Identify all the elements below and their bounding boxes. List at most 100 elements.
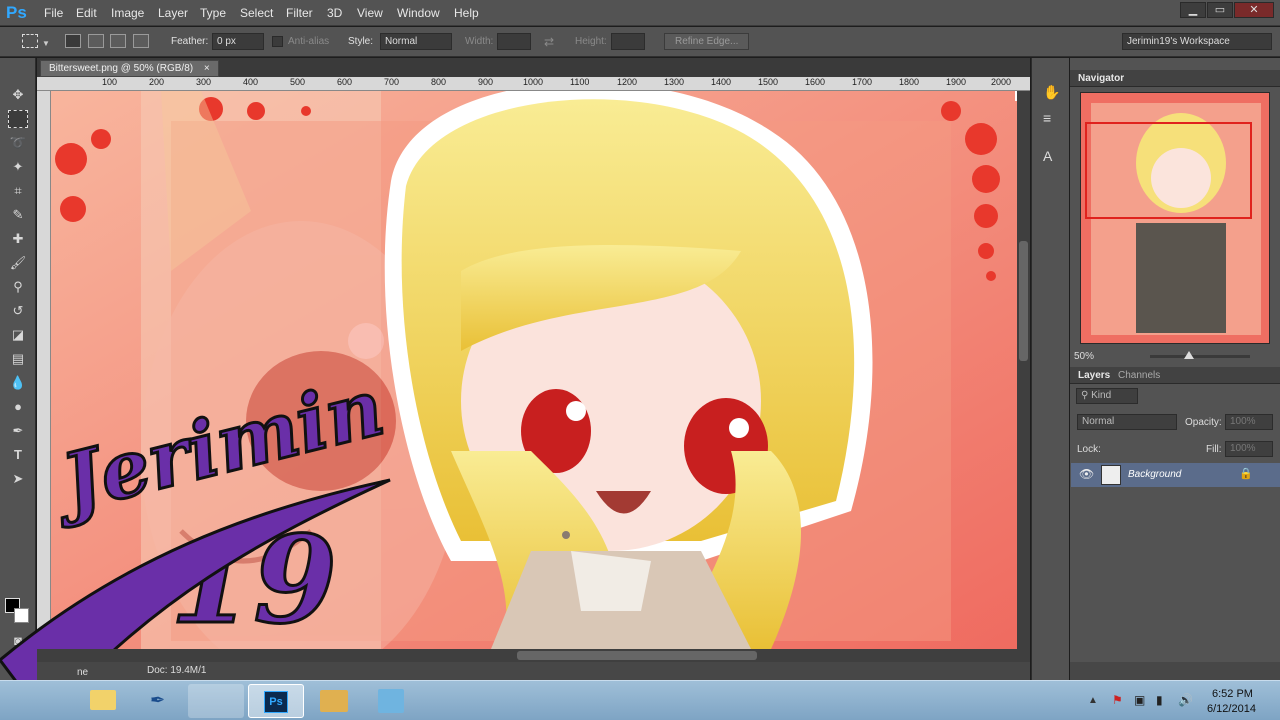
menu-select[interactable]: Select (240, 6, 273, 20)
swap-arrows-icon[interactable]: ⇄ (544, 35, 554, 49)
explorer-icon[interactable] (90, 690, 116, 710)
layers-footer (1070, 662, 1280, 680)
menu-image[interactable]: Image (111, 6, 144, 20)
menu-view[interactable]: View (357, 6, 383, 20)
blend-mode-select[interactable]: Normal (1077, 414, 1177, 430)
layer-thumbnail (1101, 465, 1121, 485)
horizontal-scrollbar[interactable] (37, 649, 1030, 662)
volume-icon[interactable]: 🔊 (1178, 693, 1193, 707)
close-button[interactable]: ✕ (1234, 2, 1274, 18)
healing-brush-icon[interactable]: ✚ (8, 230, 28, 248)
gradient-tool-icon[interactable]: ▤ (8, 350, 28, 368)
move-tool-icon[interactable]: ✥ (8, 86, 28, 104)
blur-tool-icon[interactable]: 💧 (8, 374, 28, 392)
magic-wand-icon[interactable]: ✦ (8, 158, 28, 176)
layers-header: Layers Channels (1070, 367, 1280, 384)
menu-edit[interactable]: Edit (76, 6, 97, 20)
channels-tab[interactable]: Channels (1118, 370, 1160, 381)
menu-layer[interactable]: Layer (158, 6, 188, 20)
photoshop-logo: Ps (6, 3, 27, 22)
subtract-selection-icon[interactable] (110, 34, 126, 48)
menu-file[interactable]: File (44, 6, 63, 20)
ruler-tick: 400 (243, 77, 259, 87)
document-tab[interactable]: Bittersweet.png @ 50% (RGB/8) × (40, 60, 219, 77)
eyedropper-icon[interactable]: ✎ (8, 206, 28, 224)
height-label: Height: (575, 36, 607, 47)
marquee-preset-icon[interactable] (22, 34, 38, 48)
vertical-scroll-thumb[interactable] (1019, 241, 1028, 361)
restore-button[interactable]: ▭ (1207, 2, 1233, 18)
navigator-zoom-value[interactable]: 50% (1074, 351, 1094, 362)
add-selection-icon[interactable] (88, 34, 104, 48)
menu-help[interactable]: Help (454, 6, 479, 20)
status-bar: Doc: 19.4M/1 ne (37, 662, 1030, 680)
navigator-tab[interactable]: Navigator (1078, 73, 1124, 84)
minimize-button[interactable]: ▁ (1180, 2, 1206, 18)
action-center-icon[interactable]: ⚑ (1112, 693, 1123, 707)
pen-app-icon[interactable]: ✒ (150, 690, 170, 712)
new-selection-icon[interactable] (65, 34, 81, 48)
crop-tool-icon[interactable]: ⌗ (8, 182, 28, 200)
history-brush-icon[interactable]: ↺ (8, 302, 28, 320)
fill-input[interactable]: 100% (1225, 441, 1273, 457)
taskbar-app-button[interactable] (188, 684, 244, 718)
ruler-tick: 700 (384, 77, 400, 87)
layers-tab[interactable]: Layers (1078, 370, 1110, 381)
menu-window[interactable]: Window (397, 6, 440, 20)
marquee-tool-icon[interactable] (8, 110, 28, 128)
ruler-tick: 900 (478, 77, 494, 87)
network-icon[interactable]: ▮ (1156, 693, 1163, 707)
navigator-thumbnail[interactable] (1080, 92, 1270, 344)
lasso-tool-icon[interactable]: ➰ (8, 134, 28, 152)
zoom-slider-thumb[interactable] (1184, 351, 1194, 359)
height-input[interactable] (611, 33, 645, 50)
feather-input[interactable]: 0 px (212, 33, 264, 50)
clock-time[interactable]: 6:52 PM (1212, 688, 1253, 700)
opacity-input[interactable]: 100% (1225, 414, 1273, 430)
eraser-icon[interactable]: ◪ (8, 326, 28, 344)
menu-type[interactable]: Type (200, 6, 226, 20)
workspace-select[interactable]: Jerimin19's Workspace (1122, 33, 1272, 50)
tray-show-hidden-icon[interactable]: ▲ (1088, 695, 1098, 706)
display-icon[interactable]: ▣ (1134, 693, 1145, 707)
clock-date[interactable]: 6/12/2014 (1207, 703, 1256, 715)
width-input[interactable] (497, 33, 531, 50)
media-app-icon[interactable] (320, 690, 348, 712)
lock-label: Lock: (1077, 444, 1101, 455)
close-tab-icon[interactable]: × (204, 63, 210, 74)
antialias-checkbox[interactable] (272, 36, 283, 47)
layer-kind-filter[interactable]: ⚲ Kind (1076, 388, 1138, 404)
properties-panel-icon[interactable]: ≡ (1043, 110, 1051, 126)
refine-edge-button[interactable]: Refine Edge... (664, 33, 750, 50)
notes-app-icon[interactable] (378, 689, 404, 713)
ruler-tick: 500 (290, 77, 306, 87)
ruler-tick: 300 (196, 77, 212, 87)
layer-row-background[interactable]: 👁 Background 🔒 (1071, 463, 1280, 487)
ruler-tick: 1600 (805, 77, 826, 87)
menu-filter[interactable]: Filter (286, 6, 313, 20)
character-panel-icon[interactable]: A (1043, 148, 1052, 164)
navigator-zoom-slider[interactable] (1150, 351, 1250, 359)
ruler-tick: 600 (337, 77, 353, 87)
chevron-down-icon[interactable]: ▼ (42, 39, 50, 48)
menu-3d[interactable]: 3D (327, 6, 342, 20)
horizontal-scroll-thumb[interactable] (517, 651, 757, 660)
brush-tool-icon[interactable]: 🖌 (8, 254, 28, 272)
collapsed-panel-dock: ✋ ≡ A (1031, 58, 1069, 680)
vertical-scrollbar[interactable] (1017, 91, 1030, 649)
ruler-tick: 1800 (899, 77, 920, 87)
ruler-tick: 100 (102, 77, 118, 87)
layer-name[interactable]: Background (1128, 469, 1181, 480)
navigator-header: Navigator (1070, 70, 1280, 87)
intersect-selection-icon[interactable] (133, 34, 149, 48)
taskbar-photoshop-button[interactable]: Ps (248, 684, 304, 718)
photoshop-taskbar-icon: Ps (264, 691, 288, 713)
style-label: Style: (348, 36, 374, 47)
ruler-tick: 1400 (711, 77, 732, 87)
opacity-label: Opacity: (1185, 417, 1222, 428)
visibility-eye-icon[interactable]: 👁 (1079, 467, 1094, 481)
clone-stamp-icon[interactable]: ⚲ (8, 278, 28, 296)
style-select[interactable]: Normal (380, 33, 452, 50)
history-panel-icon[interactable]: ✋ (1043, 84, 1060, 101)
document-title: Bittersweet.png @ 50% (RGB/8) (49, 63, 194, 74)
